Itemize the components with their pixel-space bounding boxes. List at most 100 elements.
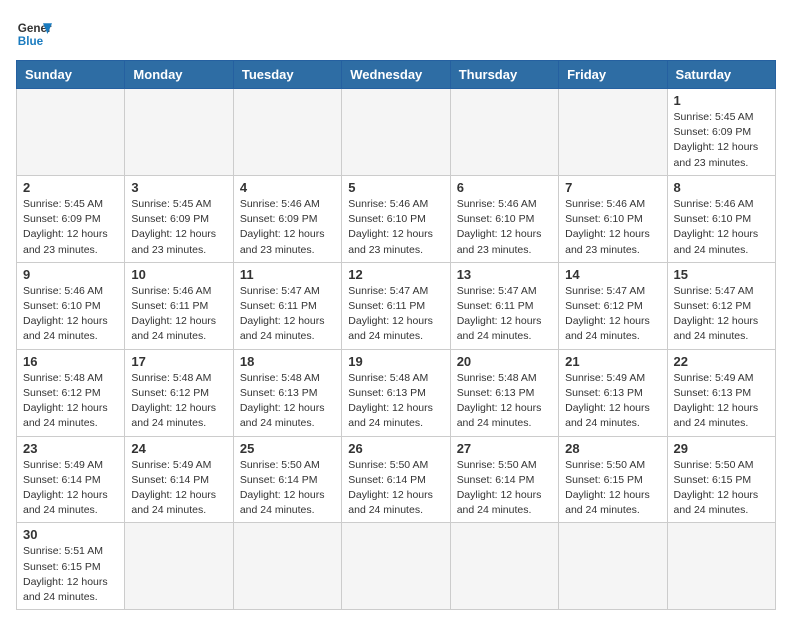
- calendar-day: 20 Sunrise: 5:48 AM Sunset: 6:13 PM Dayli…: [450, 349, 558, 436]
- day-info: Sunrise: 5:45 AM Sunset: 6:09 PM Dayligh…: [23, 197, 118, 258]
- day-info: Sunrise: 5:46 AM Sunset: 6:10 PM Dayligh…: [23, 284, 118, 345]
- day-number: 23: [23, 441, 118, 456]
- day-number: 30: [23, 527, 118, 542]
- calendar-day: 27Sunrise: 5:50 AM Sunset: 6:14 PM Dayli…: [450, 436, 558, 523]
- weekday-header-sunday: Sunday: [17, 61, 125, 89]
- day-number: 16: [23, 354, 118, 369]
- calendar-day: 7Sunrise: 5:46 AM Sunset: 6:10 PM Daylig…: [559, 175, 667, 262]
- day-number: 2: [23, 180, 118, 195]
- calendar-day: [17, 89, 125, 176]
- calendar-day: [450, 523, 558, 610]
- calendar-day: 10Sunrise: 5:46 AM Sunset: 6:11 PM Dayli…: [125, 262, 233, 349]
- day-number: 5: [348, 180, 443, 195]
- day-info: Sunrise: 5:46 AM Sunset: 6:10 PM Dayligh…: [565, 197, 660, 258]
- day-number: 12: [348, 267, 443, 282]
- day-number: 17: [131, 354, 226, 369]
- calendar-day: 9 Sunrise: 5:46 AM Sunset: 6:10 PM Daylig…: [17, 262, 125, 349]
- calendar-day: [233, 523, 341, 610]
- calendar-day: 17 Sunrise: 5:48 AM Sunset: 6:12 PM Dayli…: [125, 349, 233, 436]
- logo: General Blue: [16, 16, 52, 52]
- calendar-day: 11Sunrise: 5:47 AM Sunset: 6:11 PM Dayli…: [233, 262, 341, 349]
- weekday-header-saturday: Saturday: [667, 61, 775, 89]
- calendar-day: [125, 523, 233, 610]
- weekday-header-tuesday: Tuesday: [233, 61, 341, 89]
- day-info: Sunrise: 5:48 AM Sunset: 6:13 PM Dayligh…: [457, 371, 552, 432]
- day-info: Sunrise: 5:48 AM Sunset: 6:12 PM Dayligh…: [131, 371, 226, 432]
- day-info: Sunrise: 5:46 AM Sunset: 6:11 PM Dayligh…: [131, 284, 226, 345]
- page-header: General Blue: [16, 16, 776, 52]
- weekday-header-thursday: Thursday: [450, 61, 558, 89]
- day-info: Sunrise: 5:46 AM Sunset: 6:10 PM Dayligh…: [457, 197, 552, 258]
- calendar-day: 30 Sunrise: 5:51 AM Sunset: 6:15 PM Dayli…: [17, 523, 125, 610]
- day-number: 8: [674, 180, 769, 195]
- day-number: 24: [131, 441, 226, 456]
- calendar-day: 28 Sunrise: 5:50 AM Sunset: 6:15 PM Dayli…: [559, 436, 667, 523]
- day-number: 26: [348, 441, 443, 456]
- svg-text:Blue: Blue: [18, 35, 44, 48]
- day-info: Sunrise: 5:50 AM Sunset: 6:15 PM Dayligh…: [565, 458, 660, 519]
- calendar-week-6: 30 Sunrise: 5:51 AM Sunset: 6:15 PM Dayli…: [17, 523, 776, 610]
- day-number: 19: [348, 354, 443, 369]
- calendar-day: [342, 523, 450, 610]
- day-info: Sunrise: 5:45 AM Sunset: 6:09 PM Dayligh…: [674, 110, 769, 171]
- day-info: Sunrise: 5:46 AM Sunset: 6:10 PM Dayligh…: [348, 197, 443, 258]
- day-number: 28: [565, 441, 660, 456]
- calendar-day: 8 Sunrise: 5:46 AM Sunset: 6:10 PM Daylig…: [667, 175, 775, 262]
- weekday-header-wednesday: Wednesday: [342, 61, 450, 89]
- calendar-day: 14 Sunrise: 5:47 AM Sunset: 6:12 PM Dayli…: [559, 262, 667, 349]
- day-number: 25: [240, 441, 335, 456]
- calendar-day: [450, 89, 558, 176]
- weekday-header-row: SundayMondayTuesdayWednesdayThursdayFrid…: [17, 61, 776, 89]
- calendar-week-3: 9 Sunrise: 5:46 AM Sunset: 6:10 PM Daylig…: [17, 262, 776, 349]
- calendar-day: 19 Sunrise: 5:48 AM Sunset: 6:13 PM Dayli…: [342, 349, 450, 436]
- calendar-day: [559, 523, 667, 610]
- calendar-day: 16 Sunrise: 5:48 AM Sunset: 6:12 PM Dayli…: [17, 349, 125, 436]
- day-number: 14: [565, 267, 660, 282]
- calendar-day: 2 Sunrise: 5:45 AM Sunset: 6:09 PM Daylig…: [17, 175, 125, 262]
- calendar-day: 29Sunrise: 5:50 AM Sunset: 6:15 PM Dayli…: [667, 436, 775, 523]
- day-number: 22: [674, 354, 769, 369]
- calendar-day: 13Sunrise: 5:47 AM Sunset: 6:11 PM Dayli…: [450, 262, 558, 349]
- day-info: Sunrise: 5:50 AM Sunset: 6:15 PM Dayligh…: [674, 458, 769, 519]
- weekday-header-monday: Monday: [125, 61, 233, 89]
- calendar-day: 12 Sunrise: 5:47 AM Sunset: 6:11 PM Dayli…: [342, 262, 450, 349]
- calendar-week-5: 23 Sunrise: 5:49 AM Sunset: 6:14 PM Dayli…: [17, 436, 776, 523]
- day-info: Sunrise: 5:50 AM Sunset: 6:14 PM Dayligh…: [348, 458, 443, 519]
- calendar-day: 18Sunrise: 5:48 AM Sunset: 6:13 PM Dayli…: [233, 349, 341, 436]
- day-info: Sunrise: 5:47 AM Sunset: 6:12 PM Dayligh…: [674, 284, 769, 345]
- general-blue-logo-icon: General Blue: [16, 16, 52, 52]
- calendar-day: 4 Sunrise: 5:46 AM Sunset: 6:09 PM Daylig…: [233, 175, 341, 262]
- calendar-week-2: 2 Sunrise: 5:45 AM Sunset: 6:09 PM Daylig…: [17, 175, 776, 262]
- day-number: 27: [457, 441, 552, 456]
- day-info: Sunrise: 5:48 AM Sunset: 6:13 PM Dayligh…: [240, 371, 335, 432]
- calendar-table: SundayMondayTuesdayWednesdayThursdayFrid…: [16, 60, 776, 610]
- day-info: Sunrise: 5:48 AM Sunset: 6:13 PM Dayligh…: [348, 371, 443, 432]
- calendar-day: [559, 89, 667, 176]
- day-info: Sunrise: 5:47 AM Sunset: 6:11 PM Dayligh…: [348, 284, 443, 345]
- day-info: Sunrise: 5:50 AM Sunset: 6:14 PM Dayligh…: [240, 458, 335, 519]
- day-number: 20: [457, 354, 552, 369]
- day-info: Sunrise: 5:48 AM Sunset: 6:12 PM Dayligh…: [23, 371, 118, 432]
- calendar-day: [233, 89, 341, 176]
- calendar-day: 15 Sunrise: 5:47 AM Sunset: 6:12 PM Dayli…: [667, 262, 775, 349]
- day-number: 21: [565, 354, 660, 369]
- calendar-day: 26 Sunrise: 5:50 AM Sunset: 6:14 PM Dayli…: [342, 436, 450, 523]
- weekday-header-friday: Friday: [559, 61, 667, 89]
- day-info: Sunrise: 5:46 AM Sunset: 6:10 PM Dayligh…: [674, 197, 769, 258]
- calendar-day: 22Sunrise: 5:49 AM Sunset: 6:13 PM Dayli…: [667, 349, 775, 436]
- calendar-day: 5 Sunrise: 5:46 AM Sunset: 6:10 PM Daylig…: [342, 175, 450, 262]
- day-info: Sunrise: 5:46 AM Sunset: 6:09 PM Dayligh…: [240, 197, 335, 258]
- day-info: Sunrise: 5:47 AM Sunset: 6:11 PM Dayligh…: [457, 284, 552, 345]
- calendar-day: 3Sunrise: 5:45 AM Sunset: 6:09 PM Daylig…: [125, 175, 233, 262]
- day-number: 4: [240, 180, 335, 195]
- calendar-day: 1Sunrise: 5:45 AM Sunset: 6:09 PM Daylig…: [667, 89, 775, 176]
- day-info: Sunrise: 5:51 AM Sunset: 6:15 PM Dayligh…: [23, 544, 118, 605]
- day-info: Sunrise: 5:49 AM Sunset: 6:14 PM Dayligh…: [23, 458, 118, 519]
- day-info: Sunrise: 5:47 AM Sunset: 6:12 PM Dayligh…: [565, 284, 660, 345]
- day-number: 15: [674, 267, 769, 282]
- calendar-day: [667, 523, 775, 610]
- calendar-day: [125, 89, 233, 176]
- day-number: 9: [23, 267, 118, 282]
- day-info: Sunrise: 5:49 AM Sunset: 6:14 PM Dayligh…: [131, 458, 226, 519]
- calendar-day: 24 Sunrise: 5:49 AM Sunset: 6:14 PM Dayli…: [125, 436, 233, 523]
